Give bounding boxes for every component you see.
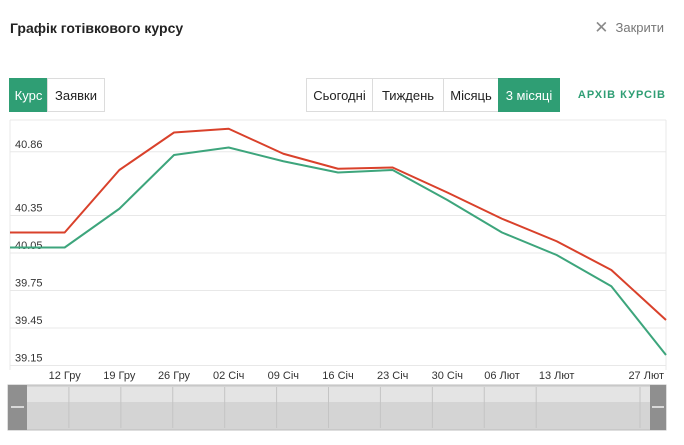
x-tick-label: 30 Січ [432,370,463,382]
x-axis-ticks: 12 Гру 19 Гру 26 Гру 02 Січ 09 Січ 16 Січ 23 С… [49,370,664,382]
y-tick-label: 39.15 [15,353,43,365]
y-tick-label: 40.35 [15,203,43,215]
x-tick-label: 19 Гру [103,370,136,382]
chart-grid [9,119,667,370]
x-tick-label: 13 Лют [539,370,575,382]
x-tick-label: 27 Лют [628,370,664,382]
x-tick-label: 16 Січ [322,370,353,382]
x-tick-label: 09 Січ [268,370,299,382]
series-line [10,146,667,356]
y-tick-label: 40.86 [15,139,43,151]
x-tick-label: 06 Лют [484,370,520,382]
y-axis-ticks: 40.86 40.35 40.05 39.75 39.45 39.15 [15,139,43,365]
rate-chart: 40.86 40.35 40.05 39.75 39.45 39.15 12 Гру 19 … [7,119,667,431]
y-tick-label: 39.45 [15,315,43,327]
range-navigator[interactable] [7,384,667,431]
x-tick-label: 23 Січ [377,370,408,382]
y-tick-label: 40.05 [15,240,43,252]
y-tick-label: 39.75 [15,278,43,290]
series-line [10,127,667,321]
x-tick-label: 02 Січ [213,370,244,382]
chart-series [10,127,667,356]
x-tick-label: 26 Гру [158,370,191,382]
x-tick-label: 12 Гру [49,370,82,382]
